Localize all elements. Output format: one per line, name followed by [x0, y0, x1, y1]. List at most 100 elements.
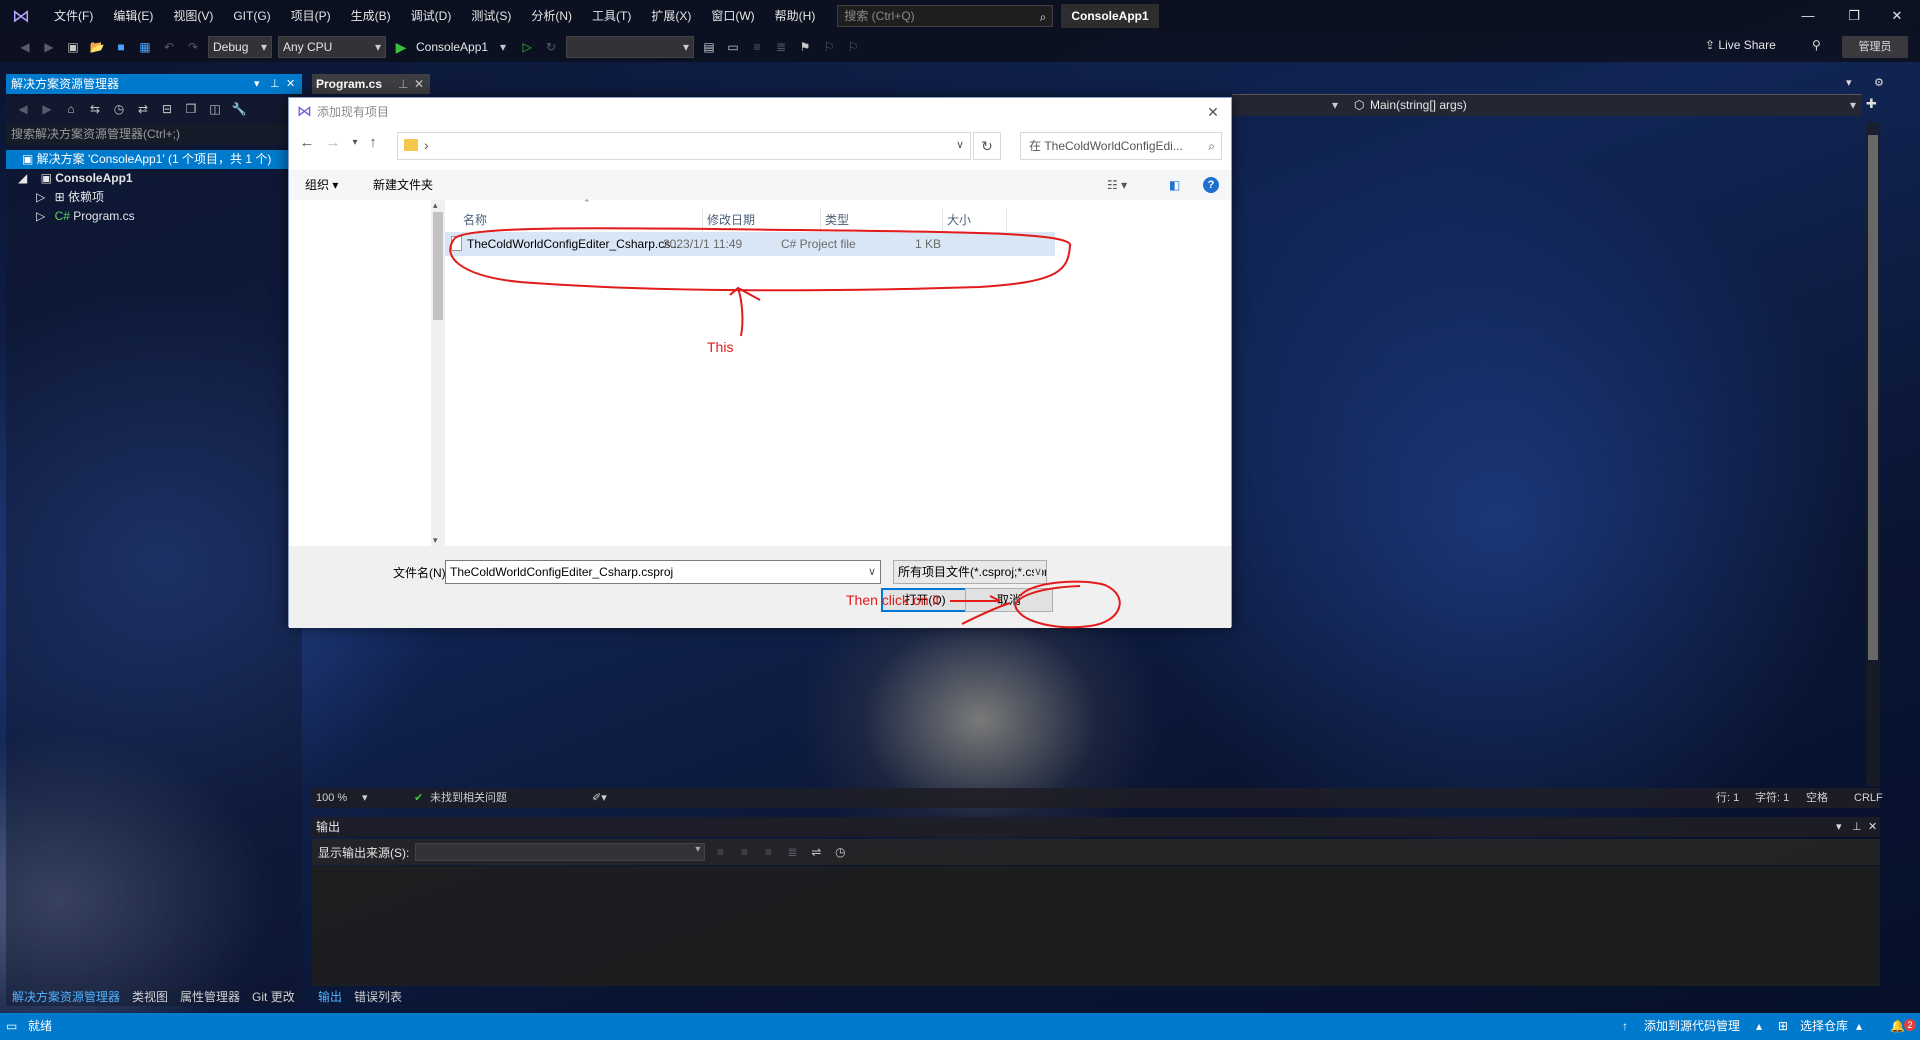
file-row-csproj[interactable]: TheColdWorldConfigEditer_Csharp.cs... 20… — [445, 232, 1055, 256]
tab-program-cs[interactable]: Program.cs ⊥ ✕ — [312, 74, 430, 94]
notifications-icon[interactable]: 🔔 — [1890, 1013, 1905, 1040]
prev-message-icon[interactable]: ≡ — [735, 843, 753, 861]
output-source-select[interactable] — [415, 843, 706, 861]
pin-icon[interactable]: ⊥ — [1852, 817, 1862, 837]
window-position-icon[interactable]: ▾ — [254, 74, 260, 94]
menu-extensions[interactable]: 扩展(X) — [641, 0, 701, 32]
cancel-button[interactable]: 取消 — [965, 588, 1053, 612]
new-project-icon[interactable]: ▣ — [64, 38, 82, 56]
menu-project[interactable]: 项目(P) — [281, 0, 341, 32]
scrollbar-thumb[interactable] — [1868, 135, 1878, 660]
forward-icon[interactable]: ▶ — [38, 100, 56, 118]
live-share-button[interactable]: ⇪ Live Share — [1705, 38, 1776, 52]
zoom-level[interactable]: 100 % — [316, 788, 347, 808]
tab-output[interactable]: 输出 — [312, 987, 348, 1007]
pending-changes-icon[interactable]: ◷ — [110, 100, 128, 118]
global-search-input[interactable]: 搜索 (Ctrl+Q) ⌕ — [837, 5, 1054, 27]
save-all-icon[interactable]: ▦ — [136, 38, 154, 56]
address-bar[interactable]: › ∨ — [397, 132, 971, 160]
dropdown-chevron-icon[interactable]: ▾ — [1332, 95, 1338, 116]
browser-link-icon[interactable]: ▤ — [700, 38, 718, 56]
menu-git[interactable]: GIT(G) — [223, 0, 280, 32]
organize-button[interactable]: 组织 ▾ — [305, 170, 338, 200]
change-view-icon[interactable]: ☷ ▾ — [1107, 170, 1127, 200]
dialog-close-button[interactable]: ✕ — [1203, 98, 1223, 126]
filename-dropdown-icon[interactable]: ∨ — [868, 561, 876, 583]
issues-status[interactable]: 未找到相关问题 — [430, 788, 507, 808]
menu-window[interactable]: 窗口(W) — [701, 0, 764, 32]
close-panel-icon[interactable]: ✕ — [1868, 817, 1877, 837]
uncomment-icon[interactable]: ≣ — [772, 38, 790, 56]
minimize-button[interactable]: — — [1785, 0, 1831, 32]
settings-icon[interactable]: ⚙ — [1874, 76, 1884, 89]
address-dropdown-icon[interactable]: ∨ — [956, 138, 964, 151]
properties-icon[interactable]: 🔧 — [230, 100, 248, 118]
menu-test[interactable]: 测试(S) — [461, 0, 521, 32]
bookmark-icon[interactable]: ⚑ — [796, 38, 814, 56]
add-to-source-control-button[interactable]: 添加到源代码管理 — [1644, 1013, 1740, 1040]
solution-explorer-search-input[interactable]: 搜索解决方案资源管理器(Ctrl+;) ⌕ — [6, 123, 302, 145]
select-repository-button[interactable]: 选择仓库 — [1800, 1013, 1848, 1040]
menu-file[interactable]: 文件(F) — [44, 0, 103, 32]
dialog-search-input[interactable]: 在 TheColdWorldConfigEdi... ⌕ — [1020, 132, 1222, 160]
back-arrow-icon[interactable]: ← — [297, 132, 317, 154]
scrollbar-thumb[interactable] — [433, 212, 443, 320]
menu-debug[interactable]: 调试(D) — [401, 0, 462, 32]
tab-list-icon[interactable]: ▾ — [1846, 76, 1852, 89]
window-position-icon[interactable]: ▾ — [1836, 817, 1842, 837]
tree-item-dependencies[interactable]: ▷ ⊞ 依赖项 — [36, 188, 104, 207]
menu-build[interactable]: 生成(B) — [341, 0, 401, 32]
preview-pane-icon[interactable]: ◧ — [1169, 170, 1180, 200]
column-type[interactable]: 类型 — [821, 208, 943, 232]
help-icon[interactable]: ? — [1203, 177, 1219, 193]
filetype-select[interactable]: 所有项目文件(*.csproj;*.cspro ∨ — [893, 560, 1047, 584]
close-window-button[interactable]: ✕ — [1874, 0, 1920, 32]
restore-button[interactable]: ❐ — [1831, 0, 1877, 32]
refresh-button[interactable]: ↻ — [973, 132, 1001, 160]
zoom-dropdown-icon[interactable]: ▾ — [362, 788, 368, 808]
debug-target-select[interactable] — [566, 36, 695, 58]
pin-icon[interactable]: ⊥ — [270, 74, 280, 94]
solution-configuration-select[interactable]: Debug — [208, 36, 272, 58]
pin-icon[interactable]: ⊥ — [398, 74, 408, 94]
start-without-debugging-icon[interactable]: ▷ — [518, 38, 536, 56]
tree-item-project[interactable]: ◢ ▣ ConsoleApp1 — [18, 169, 133, 188]
tree-item-program-cs[interactable]: ▷ C# Program.cs — [36, 207, 135, 226]
line-indicator[interactable]: 行: 1 — [1716, 788, 1739, 808]
hot-reload-icon[interactable]: ↻ — [542, 38, 560, 56]
column-indicator[interactable]: 字符: 1 — [1755, 788, 1789, 808]
whitespace-indicator[interactable]: 空格 — [1806, 788, 1828, 808]
filename-input[interactable]: TheColdWorldConfigEditer_Csharp.csproj ∨ — [445, 560, 881, 584]
menu-edit[interactable]: 编辑(E) — [103, 0, 163, 32]
column-date[interactable]: 修改日期 — [703, 208, 821, 232]
next-message-icon[interactable]: ≡ — [759, 843, 777, 861]
feedback-icon[interactable]: ⚲ — [1812, 38, 1821, 52]
scroll-up-icon[interactable]: ▴ — [433, 200, 438, 211]
breadcrumb-chevron-icon[interactable]: › — [424, 137, 429, 153]
recent-locations-chevron-icon[interactable]: ▾ — [345, 132, 365, 154]
column-name[interactable]: 名称 — [459, 208, 703, 232]
nav-pane-scrollbar[interactable]: ▴ ▾ — [431, 200, 445, 546]
layout-icon[interactable]: ▭ — [724, 38, 742, 56]
tab-error-list[interactable]: 错误列表 — [348, 987, 408, 1007]
user-avatar[interactable] — [1739, 0, 1785, 32]
column-size[interactable]: 大小 — [943, 208, 1007, 232]
clear-all-icon[interactable]: ≣ — [783, 843, 801, 861]
tab-solution-explorer[interactable]: 解决方案资源管理器 — [6, 987, 126, 1007]
find-message-icon[interactable]: ≡ — [711, 843, 729, 861]
comment-icon[interactable]: ≡ — [748, 38, 766, 56]
new-folder-button[interactable]: 新建文件夹 — [373, 170, 433, 200]
member-dropdown[interactable]: Main(string[] args) — [1370, 95, 1467, 116]
save-icon[interactable]: ■ — [112, 38, 130, 56]
back-icon[interactable]: ◀ — [14, 100, 32, 118]
preview-icon[interactable]: ◫ — [206, 100, 224, 118]
start-debugging-icon[interactable]: ▶ — [392, 38, 410, 56]
menu-tools[interactable]: 工具(T) — [582, 0, 641, 32]
close-tab-icon[interactable]: ✕ — [414, 74, 424, 94]
code-cleanup-icon[interactable]: ✐▾ — [592, 788, 607, 808]
menu-help[interactable]: 帮助(H) — [765, 0, 826, 32]
collapse-all-icon[interactable]: ⊟ — [158, 100, 176, 118]
menu-analyze[interactable]: 分析(N) — [521, 0, 582, 32]
sync-icon[interactable]: ⇄ — [134, 100, 152, 118]
navigate-back-icon[interactable]: ◀ — [16, 38, 34, 56]
